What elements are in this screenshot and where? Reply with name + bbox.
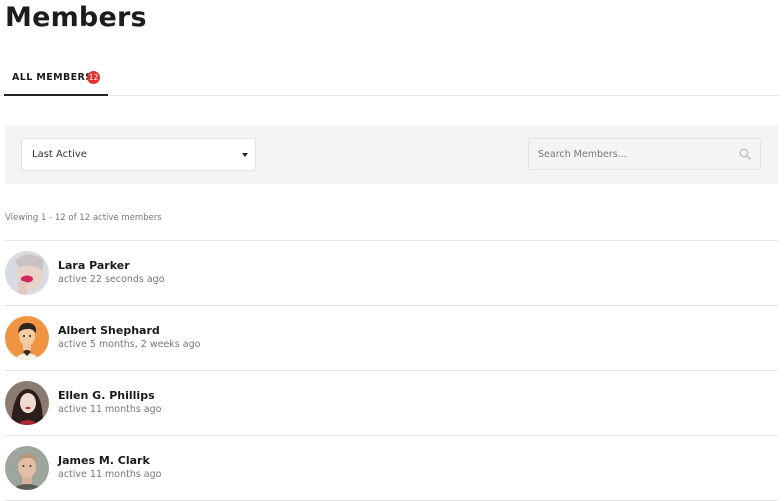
members-count-text: Viewing 1 - 12 of 12 active members <box>5 213 162 223</box>
member-last-active: active 11 months ago <box>58 404 162 415</box>
member-last-active: active 11 months ago <box>58 469 162 480</box>
search-members-input[interactable] <box>529 139 738 169</box>
man-short-hair-avatar[interactable] <box>5 446 49 490</box>
member-search <box>528 138 761 170</box>
illustrated-man-orange-avatar[interactable] <box>5 316 49 360</box>
member-row: Ellen G. Phillips active 11 months ago <box>5 371 778 436</box>
member-last-active: active 22 seconds ago <box>58 274 165 285</box>
woman-dark-hair-avatar[interactable] <box>5 381 49 425</box>
member-row: James M. Clark active 11 months ago <box>5 436 778 501</box>
member-name[interactable]: James M. Clark <box>58 454 150 467</box>
member-name[interactable]: Lara Parker <box>58 259 130 272</box>
order-by-value: Last Active <box>32 149 87 160</box>
filter-bar: Last Active <box>5 125 778 184</box>
member-name[interactable]: Albert Shephard <box>58 324 160 337</box>
member-tabs: ALL MEMBERS 12 <box>0 62 779 96</box>
member-name[interactable]: Ellen G. Phillips <box>58 389 155 402</box>
order-by-select[interactable]: Last Active <box>21 138 256 171</box>
member-count-badge: 12 <box>87 71 100 84</box>
tab-all-members-label: ALL MEMBERS <box>12 72 93 83</box>
caret-down-icon <box>242 153 248 157</box>
search-icon[interactable] <box>739 148 751 160</box>
members-list: Lara Parker active 22 seconds ago Albert… <box>5 240 778 501</box>
member-last-active: active 5 months, 2 weeks ago <box>58 339 201 350</box>
member-row: Lara Parker active 22 seconds ago <box>5 241 778 306</box>
member-row: Albert Shephard active 5 months, 2 weeks… <box>5 306 778 371</box>
page-title: Members <box>5 2 147 33</box>
tab-all-members[interactable]: ALL MEMBERS 12 <box>4 62 108 96</box>
woman-with-pink-lips-avatar[interactable] <box>5 251 49 295</box>
